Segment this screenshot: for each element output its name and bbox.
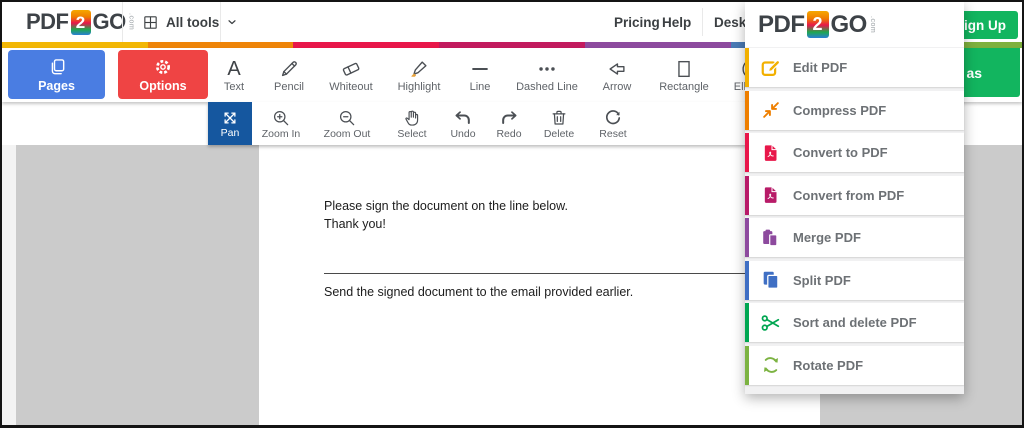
- tool-rectangle[interactable]: Rectangle: [646, 48, 722, 102]
- app-window: PDF 2 GO .com All tools Pricing Help Deskt…: [0, 0, 1024, 428]
- rectangle-icon: [678, 60, 690, 77]
- text-icon: A: [227, 57, 241, 80]
- pages-label: Pages: [38, 78, 75, 93]
- merge-pdf-icon: [749, 227, 793, 249]
- tool-text[interactable]: A Text: [208, 48, 260, 102]
- trash-icon: [552, 110, 566, 125]
- tool-highlight[interactable]: Highlight: [384, 48, 454, 102]
- compress-pdf-icon: [749, 99, 793, 121]
- redo-icon: [502, 110, 517, 124]
- logo-tld: .com: [868, 15, 876, 34]
- pan-icon: [224, 111, 236, 124]
- tool-dashed-line[interactable]: Dashed Line: [506, 48, 588, 102]
- eraser-icon: [342, 62, 360, 76]
- grid-icon: [144, 15, 157, 29]
- line-icon: [472, 67, 488, 70]
- all-tools-label: All tools: [166, 14, 220, 30]
- tool-redo[interactable]: Redo: [486, 102, 532, 145]
- zoom-out-icon: [339, 110, 355, 125]
- tool-undo[interactable]: Undo: [440, 102, 486, 145]
- nav-help[interactable]: Help: [662, 2, 691, 42]
- menu-item-convert-from-pdf[interactable]: Convert from PDF: [745, 175, 964, 215]
- edit-pdf-icon: [749, 57, 793, 79]
- nav-pricing[interactable]: Pricing: [614, 2, 660, 42]
- pdf-file-icon: [749, 142, 793, 164]
- pdf-file-icon: [749, 184, 793, 206]
- options-label: Options: [139, 78, 187, 93]
- menu-item-convert-to-pdf[interactable]: Convert to PDF: [745, 133, 964, 172]
- tool-whiteout[interactable]: Whiteout: [318, 48, 384, 102]
- tool-line[interactable]: Line: [454, 48, 506, 102]
- highlighter-icon: [411, 60, 427, 77]
- logo-text-pdf: PDF: [758, 10, 805, 38]
- chevron-down-icon: [228, 20, 236, 25]
- reset-icon: [606, 109, 621, 124]
- logo-2-badge: 2: [70, 9, 91, 35]
- tool-zoom-out[interactable]: Zoom Out: [310, 102, 384, 145]
- header-divider: [122, 2, 123, 42]
- menu-item-rotate-pdf[interactable]: Rotate PDF: [745, 345, 964, 385]
- dashed-line-icon: [539, 66, 555, 71]
- tools-dropdown-panel: PDF 2 GO .com Edit PDF Compress PDF Conv…: [745, 2, 964, 394]
- pages-icon: [51, 58, 64, 74]
- all-tools-menu-button[interactable]: All tools: [130, 2, 250, 42]
- signature-line: [324, 273, 792, 274]
- undo-icon: [455, 110, 470, 124]
- logo-text-pdf: PDF: [26, 9, 69, 34]
- zoom-in-icon: [273, 110, 289, 125]
- logo-text-go: GO: [830, 10, 868, 38]
- pencil-icon: [281, 60, 297, 76]
- menu-item-split-pdf[interactable]: Split PDF: [745, 260, 964, 300]
- document-text-line: Thank you!: [324, 217, 386, 231]
- brand-logo[interactable]: PDF 2 GO .com: [26, 9, 135, 35]
- dropdown-menu: Edit PDF Compress PDF Convert to PDF Con…: [745, 47, 964, 385]
- tool-arrow[interactable]: Arrow: [588, 48, 646, 102]
- document-text-line: Please sign the document on the line bel…: [324, 199, 568, 213]
- tool-zoom-in[interactable]: Zoom In: [252, 102, 310, 145]
- header-divider: [220, 2, 221, 42]
- dropdown-brand-logo[interactable]: PDF 2 GO .com: [745, 2, 964, 47]
- arrow-icon: [609, 62, 625, 75]
- header-divider: [702, 8, 703, 36]
- menu-item-sort-delete-pdf[interactable]: Sort and delete PDF: [745, 303, 964, 342]
- pdf-page[interactable]: Please sign the document on the line bel…: [259, 145, 820, 425]
- drawing-tools: A Text Pencil Whiteout Highlight Line Da…: [208, 48, 778, 102]
- select-hand-icon: [405, 110, 419, 126]
- tool-reset[interactable]: Reset: [586, 102, 640, 145]
- dropdown-logo-wrap: PDF 2 GO .com: [758, 11, 876, 39]
- menu-item-edit-pdf[interactable]: Edit PDF: [745, 48, 964, 87]
- secondary-toolbar: Pan Zoom In Zoom Out Select Undo Redo De…: [208, 102, 764, 145]
- gear-icon: [155, 59, 171, 74]
- document-text-line: Send the signed document to the email pr…: [324, 285, 634, 299]
- menu-item-compress-pdf[interactable]: Compress PDF: [745, 90, 964, 130]
- pages-button[interactable]: Pages: [8, 50, 105, 99]
- tool-select[interactable]: Select: [384, 102, 440, 145]
- logo-text-go: GO: [92, 9, 127, 34]
- tool-pencil[interactable]: Pencil: [260, 48, 318, 102]
- menu-item-merge-pdf[interactable]: Merge PDF: [745, 218, 964, 257]
- tool-pan[interactable]: Pan: [208, 102, 252, 145]
- split-pdf-icon: [749, 269, 793, 291]
- rotate-icon: [749, 354, 793, 376]
- options-button[interactable]: Options: [118, 50, 208, 99]
- tool-delete[interactable]: Delete: [532, 102, 586, 145]
- scissors-icon: [749, 312, 793, 334]
- logo-2-badge: 2: [806, 11, 829, 38]
